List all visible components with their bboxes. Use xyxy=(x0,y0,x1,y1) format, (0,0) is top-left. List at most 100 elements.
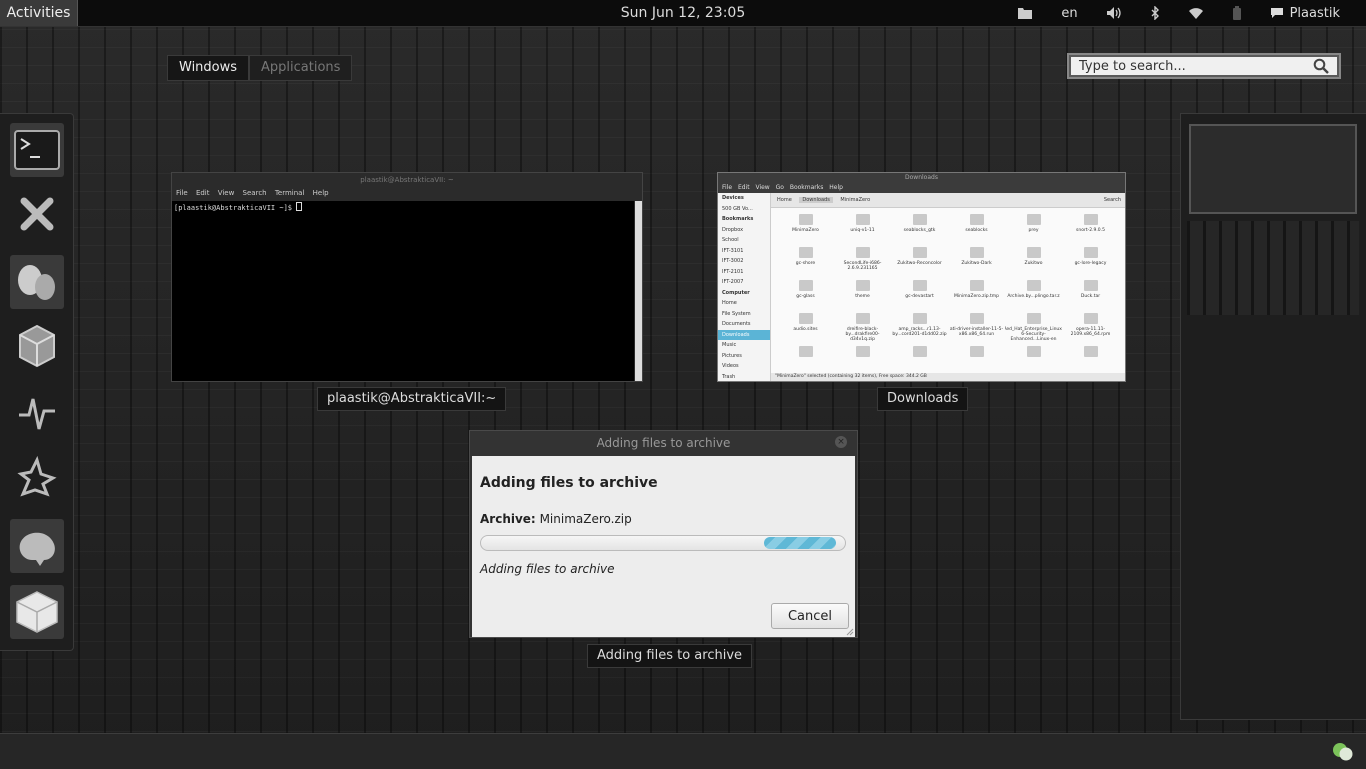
file-item[interactable]: MinimaZero xyxy=(777,212,834,243)
file-item[interactable] xyxy=(1005,344,1062,375)
dash-archive-manager[interactable] xyxy=(10,585,64,639)
workspace-2[interactable] xyxy=(1187,221,1359,315)
file-item[interactable] xyxy=(1062,344,1119,375)
dash-x-app[interactable] xyxy=(10,187,64,241)
terminal-icon xyxy=(14,130,60,170)
file-item[interactable]: snort-2.9.0.5 xyxy=(1062,212,1119,243)
keyboard-layout[interactable]: en xyxy=(1061,6,1077,21)
sidebar-item[interactable]: IFT-3101 xyxy=(718,246,770,257)
sidebar-item[interactable]: File System xyxy=(718,309,770,320)
dash-system-monitor[interactable] xyxy=(10,386,64,440)
sidebar-item[interactable]: Home xyxy=(718,298,770,309)
file-item[interactable]: ati-driver-installer-11-5-x86.x86_64.run xyxy=(948,311,1005,342)
search-input[interactable]: Type to search... xyxy=(1071,57,1337,75)
sidebar-item[interactable]: 500 GB Vo... xyxy=(718,204,770,215)
sidebar-item[interactable]: Pictures xyxy=(718,351,770,362)
overview-tabs: Windows Applications xyxy=(167,55,353,81)
sidebar-item[interactable]: IFT-2101 xyxy=(718,267,770,278)
file-item[interactable]: gc-glass xyxy=(777,278,834,309)
archive-dialog[interactable]: Adding files to archive × Adding files t… xyxy=(469,430,858,638)
file-item[interactable]: SecondLife-i686-2.6.9.231165 xyxy=(834,245,891,276)
dash-virtualbox[interactable] xyxy=(10,319,64,373)
path-downloads: Downloads xyxy=(799,197,833,203)
files-icon[interactable] xyxy=(1017,6,1033,20)
resize-grip-icon[interactable] xyxy=(846,628,854,636)
file-item[interactable]: Archive.by...plingo.tar.z xyxy=(1005,278,1062,309)
workspace-switcher xyxy=(1180,113,1366,720)
file-item[interactable]: Zukitwo xyxy=(1005,245,1062,276)
wifi-icon[interactable] xyxy=(1188,6,1204,20)
sidebar-item[interactable]: IFT-3002 xyxy=(718,256,770,267)
workspace-1[interactable] xyxy=(1189,124,1357,214)
file-item[interactable]: audio.sites xyxy=(777,311,834,342)
dash-empathy[interactable] xyxy=(10,255,64,309)
cancel-button[interactable]: Cancel xyxy=(771,603,849,629)
folder-icon xyxy=(855,214,870,225)
folder-icon xyxy=(969,280,984,291)
activities-button[interactable]: Activities xyxy=(0,0,78,26)
user-menu[interactable]: Plaastik xyxy=(1270,6,1340,21)
volume-icon[interactable] xyxy=(1106,6,1122,20)
file-item[interactable]: Zukitwo-Dark xyxy=(948,245,1005,276)
file-item[interactable]: uniq-v1-11 xyxy=(834,212,891,243)
dialog-caption[interactable]: Adding files to archive xyxy=(587,644,753,668)
sidebar-item[interactable]: Dropbox xyxy=(718,225,770,236)
file-item[interactable]: Zukitwo-Reconcolor xyxy=(891,245,948,276)
file-item[interactable] xyxy=(777,344,834,375)
dash-game[interactable] xyxy=(10,451,64,505)
system-tray: en Plaastik xyxy=(1003,0,1366,26)
sidebar-item[interactable]: Trash xyxy=(718,372,770,382)
chat-bubbles-icon[interactable] xyxy=(1332,742,1354,762)
file-item[interactable]: dreifire-black-by...drakfire00-d34v1q.zi… xyxy=(834,311,891,342)
battery-icon[interactable] xyxy=(1232,6,1242,20)
search-box[interactable]: Type to search... xyxy=(1067,53,1341,79)
sidebar-item[interactable]: IFT-2007 xyxy=(718,277,770,288)
dash-terminal[interactable] xyxy=(10,123,64,177)
file-item[interactable] xyxy=(891,344,948,375)
dash-pidgin[interactable] xyxy=(10,519,64,573)
file-item[interactable]: theme xyxy=(834,278,891,309)
sidebar-item[interactable]: Documents xyxy=(718,319,770,330)
terminal-scrollbar xyxy=(635,201,642,381)
folder-icon xyxy=(798,214,813,225)
file-item[interactable]: prey xyxy=(1005,212,1062,243)
file-item[interactable]: gc-shore xyxy=(777,245,834,276)
file-item[interactable]: seablocks xyxy=(948,212,1005,243)
folder-icon xyxy=(1083,280,1098,291)
sidebar-item[interactable]: Videos xyxy=(718,361,770,372)
file-item[interactable]: gc-lore-legacy xyxy=(1062,245,1119,276)
search-placeholder: Type to search... xyxy=(1079,58,1186,74)
tab-applications[interactable]: Applications xyxy=(249,55,353,81)
file-label: Zukitwo-Dark xyxy=(961,261,992,266)
sidebar-item[interactable]: School xyxy=(718,235,770,246)
file-item[interactable] xyxy=(948,344,1005,375)
sidebar-item[interactable]: Music xyxy=(718,340,770,351)
file-item[interactable]: opera-11.11-2109.x86_64.rpm xyxy=(1062,311,1119,342)
folder-icon xyxy=(1026,346,1041,357)
file-item[interactable]: Red_Hat_Enterprise_Linux-6-Security-Enha… xyxy=(1005,311,1062,342)
dialog-content: Adding files to archive Archive: MinimaZ… xyxy=(472,456,855,637)
file-item[interactable]: MinimaZero.zip.tmp xyxy=(948,278,1005,309)
terminal-caption[interactable]: plaastik@AbstrakticaVII:~ xyxy=(317,387,507,411)
downloads-caption[interactable]: Downloads xyxy=(877,387,969,411)
close-icon[interactable]: × xyxy=(835,436,847,448)
folder-icon xyxy=(855,247,870,258)
pidgin-icon xyxy=(14,524,60,568)
downloads-window-thumbnail[interactable]: Downloads File Edit View Go Bookmarks He… xyxy=(717,172,1126,382)
terminal-window-thumbnail[interactable]: plaastik@AbstrakticaVII: ~ File Edit Vie… xyxy=(171,172,643,382)
downloads-file-grid: MinimaZero uniq-v1-11 seablocks_gtk seabloc… xyxy=(771,208,1125,379)
file-item[interactable]: Duck.tar xyxy=(1062,278,1119,309)
bluetooth-icon[interactable] xyxy=(1150,6,1160,20)
file-label: gc-glass xyxy=(796,294,815,299)
file-item[interactable]: amp_racks...r1.13-by...cord201-d1dd02.zi… xyxy=(891,311,948,342)
file-item[interactable]: gc-devastart xyxy=(891,278,948,309)
clock[interactable]: Sun Jun 12, 23:05 xyxy=(621,5,745,21)
downloads-statusbar: "MinimaZero" selected (containing 32 ite… xyxy=(771,373,1125,381)
sidebar-item[interactable]: Downloads xyxy=(718,329,770,340)
folder-icon xyxy=(1026,214,1041,225)
file-label: Red_Hat_Enterprise_Linux-6-Security-Enha… xyxy=(1005,327,1062,342)
folder-icon xyxy=(855,280,870,291)
file-item[interactable]: seablocks_gtk xyxy=(891,212,948,243)
file-item[interactable] xyxy=(834,344,891,375)
tab-windows[interactable]: Windows xyxy=(167,55,250,81)
